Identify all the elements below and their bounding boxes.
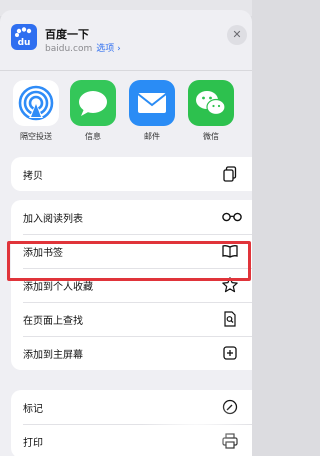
share-app-label: 信息 [85,132,101,141]
action-group-main: 加入阅读列表 添加书签 添加到个人收藏 在页面上查找 添加到主屏幕 [11,200,252,370]
share-apps-row: 隔空投送 信息 邮件 微信 [0,80,252,160]
watermark-overlay [140,395,252,456]
share-sheet-header: du 百度一下 baidu.com 选项 › ✕ [0,10,252,70]
action-find-on-page[interactable]: 在页面上查找 [11,302,252,336]
airdrop-icon [13,80,59,126]
site-title: 百度一下 [45,28,89,41]
plus-square-icon [221,344,239,362]
close-button[interactable]: ✕ [227,25,247,45]
action-copy[interactable]: 拷贝 [11,157,252,191]
share-app-label: 邮件 [144,132,160,141]
share-app-wechat[interactable]: 微信 [186,80,236,142]
action-add-to-home-screen[interactable]: 添加到主屏幕 [11,336,252,370]
find-doc-icon [221,310,239,328]
action-label: 标记 [23,404,43,415]
action-label: 拷贝 [23,171,43,182]
action-label: 打印 [23,438,43,449]
site-subtitle: baidu.com 选项 › [45,41,121,54]
baidu-site-icon: du [11,24,37,50]
share-app-label: 微信 [203,132,219,141]
share-sheet: du 百度一下 baidu.com 选项 › ✕ 隔空投送 信息 邮件 微信 拷… [0,10,252,456]
action-reading-list[interactable]: 加入阅读列表 [11,200,252,234]
share-app-airdrop[interactable]: 隔空投送 [11,80,61,142]
share-app-messages[interactable]: 信息 [68,80,118,142]
svg-text:du: du [18,38,31,48]
copy-icon [221,165,239,183]
action-group-copy: 拷贝 [11,157,252,191]
header-divider [0,70,252,71]
action-label: 加入阅读列表 [23,214,83,225]
action-label: 在页面上查找 [23,316,83,327]
mail-icon [129,80,175,126]
site-domain: baidu.com [45,44,93,54]
wechat-icon [188,80,234,126]
favorites-highlight-box [7,241,251,281]
action-label: 添加到主屏幕 [23,350,83,361]
glasses-icon [221,208,242,226]
messages-icon [70,80,116,126]
share-app-label: 隔空投送 [20,132,52,141]
options-link[interactable]: 选项 › [96,44,120,54]
share-app-mail[interactable]: 邮件 [127,80,177,142]
